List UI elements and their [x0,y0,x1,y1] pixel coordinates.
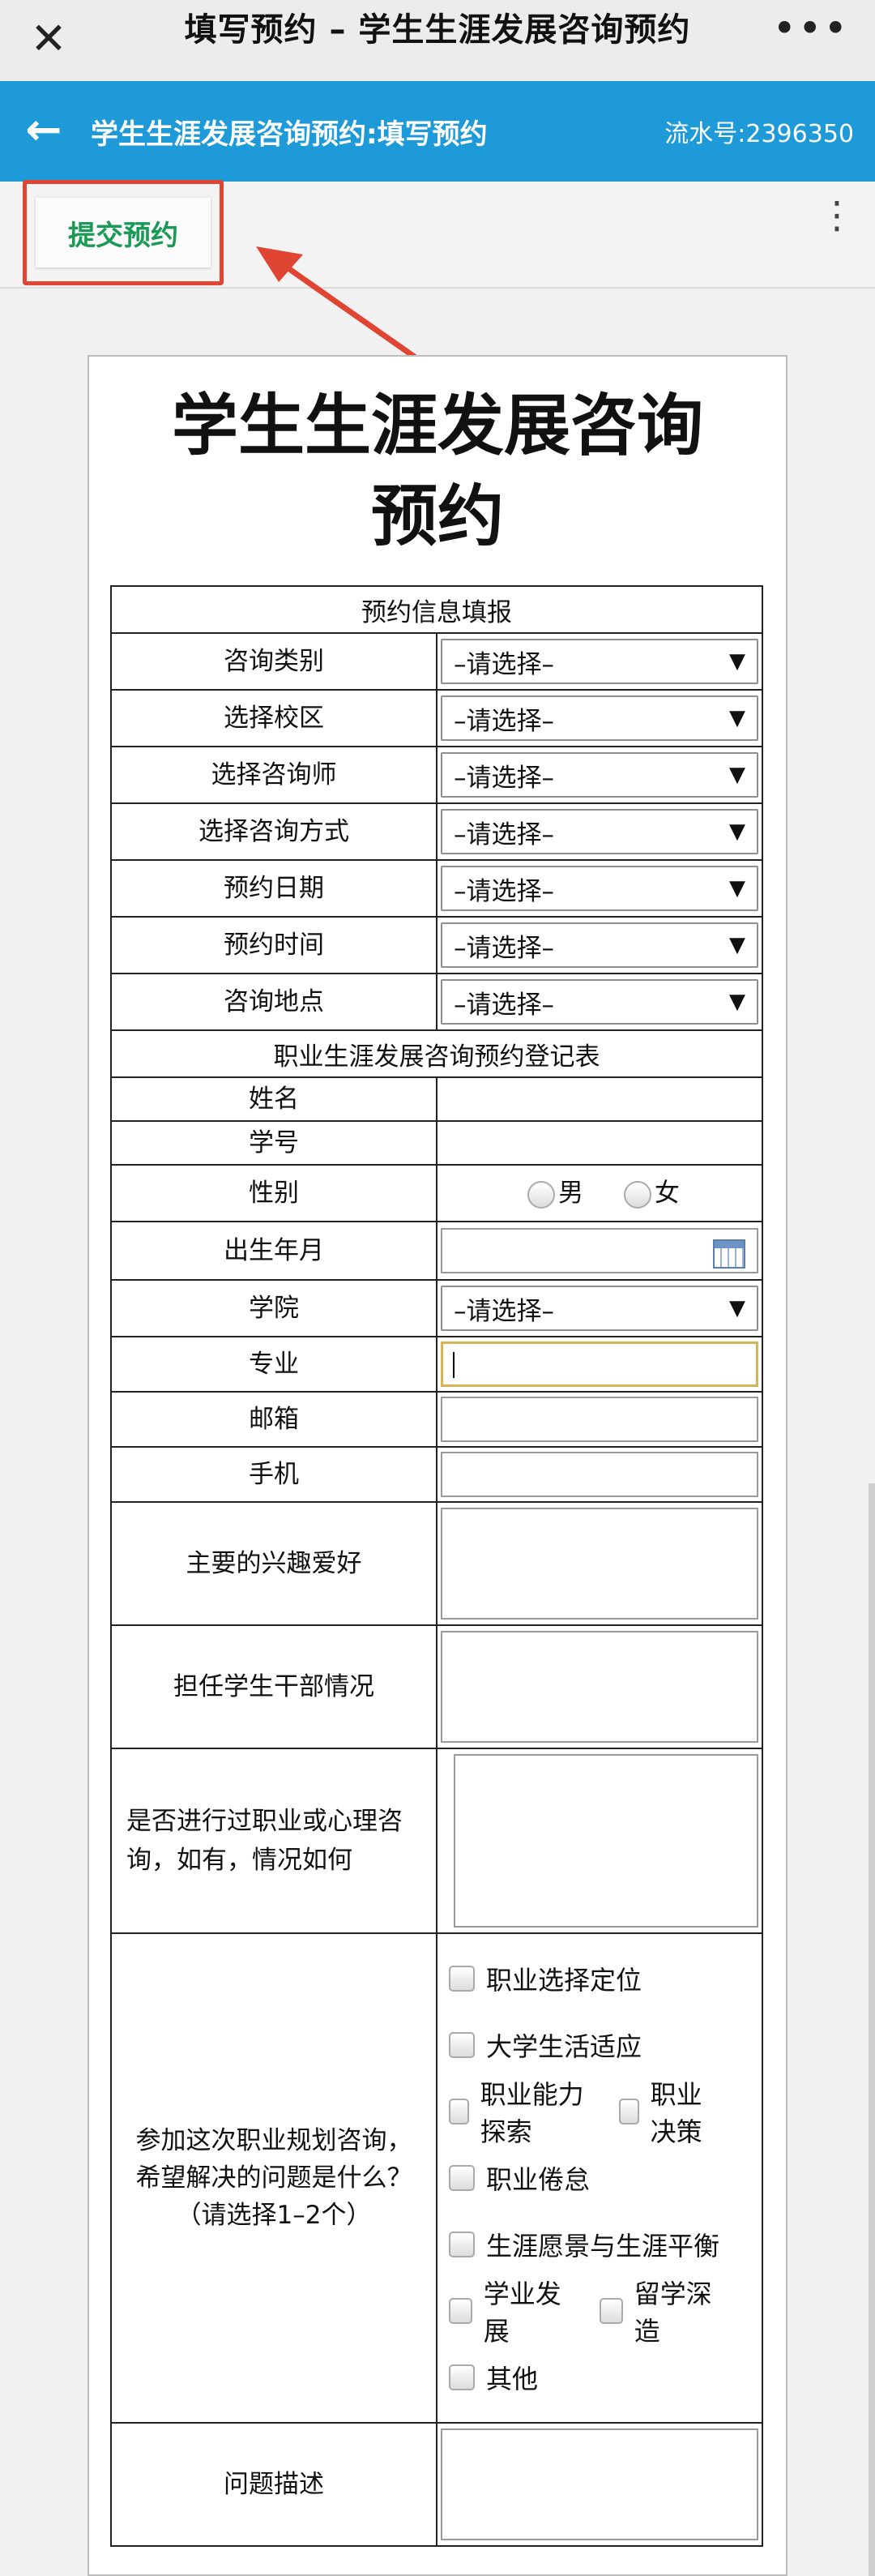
goals-checkbox-group: 职业选择定位 大学生活适应 职业能力探索 职业决策 职业倦怠 生涯愿景与生涯平衡… [438,1934,762,2422]
section-header: 预约信息填报 [110,585,763,634]
phone-label: 手机 [110,1446,438,1503]
text-cursor [453,1352,455,1378]
counselor-select[interactable]: –请选择– ▼ [441,752,758,798]
field-label: 选择校区 [110,689,438,747]
email-label: 邮箱 [110,1391,438,1448]
method-select[interactable]: –请选择– ▼ [441,809,758,854]
scrollbar[interactable] [869,1483,875,2576]
annotation-arrow [256,246,424,364]
major-label: 专业 [110,1336,438,1393]
dropdown-arrow-icon: ▼ [729,763,745,787]
college-select[interactable]: –请选择– ▼ [441,1286,758,1331]
radio-female[interactable] [623,1180,651,1209]
birth-date-input[interactable] [441,1228,758,1273]
category-select[interactable]: –请选择– ▼ [441,639,758,684]
dropdown-arrow-icon: ▼ [729,933,745,957]
radio-male[interactable] [527,1180,556,1209]
gender-radio-group: 男 女 [438,1169,762,1217]
checkbox-career-decision[interactable]: 职业决策 [619,2074,726,2149]
dropdown-arrow-icon: ▼ [729,1296,745,1320]
checkbox-college-adaptation[interactable]: 大学生活适应 [449,2026,642,2064]
submit-button[interactable]: 提交预约 [36,198,211,267]
cadre-label: 担任学生干部情况 [110,1624,438,1749]
description-label: 问题描述 [110,2422,438,2547]
date-select[interactable]: –请选择– ▼ [441,866,758,911]
student-id-input[interactable] [436,1120,763,1166]
cadre-textarea[interactable] [441,1631,758,1743]
dropdown-arrow-icon: ▼ [729,876,745,901]
phone-input[interactable] [441,1452,758,1497]
dropdown-arrow-icon: ▼ [729,819,745,844]
field-label: 选择咨询方式 [110,802,438,861]
calendar-icon[interactable] [713,1239,745,1269]
checkbox-ability-exploration[interactable]: 职业能力探索 [449,2074,595,2149]
name-label: 姓名 [110,1076,438,1122]
checkbox-other[interactable]: 其他 [449,2359,538,2396]
dropdown-arrow-icon: ▼ [729,649,745,674]
dropdown-arrow-icon: ▼ [729,990,745,1014]
major-input[interactable] [441,1341,758,1387]
field-label: 选择咨询师 [110,746,438,804]
checkbox-career-positioning[interactable]: 职业选择定位 [449,1960,642,1997]
app-title: 学生生涯发展咨询预约:填写预约 [91,118,488,151]
hobbies-textarea[interactable] [441,1508,758,1620]
email-input[interactable] [441,1397,758,1442]
checkbox-study-abroad[interactable]: 留学深造 [600,2274,726,2348]
field-label: 咨询类别 [110,632,438,691]
checkbox-vision-balance[interactable]: 生涯愿景与生涯平衡 [449,2226,719,2263]
gender-label: 性别 [110,1164,438,1222]
checkbox-academic[interactable]: 学业发展 [449,2274,575,2348]
back-arrow-icon[interactable]: ← [19,105,68,154]
app-header: ← 学生生涯发展咨询预约:填写预约 流水号:2396350 [0,81,875,182]
title-bar: ✕ 填写预约 – 学生生涯发展咨询预约 ••• [0,0,875,81]
birth-label: 出生年月 [110,1221,438,1281]
page-title: 学生生涯发展咨询 预约 [171,387,703,555]
checkbox-burnout[interactable]: 职业倦怠 [449,2159,590,2197]
more-horizontal-icon[interactable]: ••• [773,8,849,49]
field-label: 预约日期 [110,859,438,918]
serial-number: 流水号:2396350 [664,120,854,148]
window-title: 填写预约 – 学生生涯发展咨询预约 [184,11,691,49]
campus-select[interactable]: –请选择– ▼ [441,695,758,741]
section-header: 职业生涯发展咨询预约登记表 [110,1029,763,1078]
goals-label: 参加这次职业规划咨询，希望解决的问题是什么？（请选择1–2个） [110,1932,438,2424]
college-label: 学院 [110,1279,438,1337]
field-label: 预约时间 [110,916,438,974]
prior-consult-label: 是否进行过职业或心理咨询，如有，情况如何 [110,1748,438,1934]
booking-form: 预约信息填报 咨询类别 –请选择– ▼ 选择校区 –请选择– ▼ 选择咨询师 –请选… [110,585,763,2547]
time-select[interactable]: –请选择– ▼ [441,922,758,968]
student-id-label: 学号 [110,1120,438,1166]
more-vertical-icon[interactable]: ⋮ [818,196,856,255]
prior-consult-textarea[interactable] [454,1754,758,1928]
description-textarea[interactable] [441,2428,758,2540]
name-input[interactable] [436,1076,763,1122]
dropdown-arrow-icon: ▼ [729,706,745,730]
field-label: 咨询地点 [110,973,438,1031]
location-select[interactable]: –请选择– ▼ [441,979,758,1025]
hobbies-label: 主要的兴趣爱好 [110,1501,438,1626]
